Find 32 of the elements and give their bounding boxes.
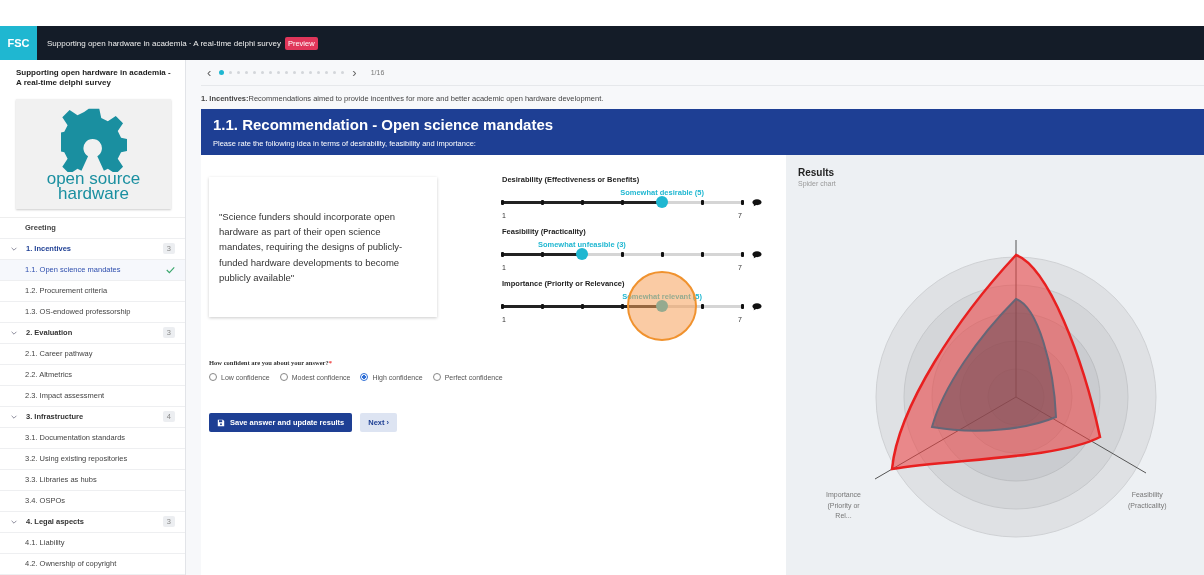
comment-icon[interactable] xyxy=(752,197,762,207)
step-dot[interactable] xyxy=(333,71,337,74)
recommendation-title: 1.1. Recommendation - Open science mandates xyxy=(213,116,555,133)
previous-button[interactable]: ‹ xyxy=(205,65,214,80)
step-dot[interactable] xyxy=(285,71,289,74)
save-icon xyxy=(217,418,225,427)
step-dot[interactable] xyxy=(277,71,281,74)
slider-thumb[interactable] xyxy=(575,247,588,260)
slider-thumb[interactable] xyxy=(656,299,669,312)
recommendation-quote: "Science funders should incorporate open hardware as part of their open science mandates, requiring the designs of publicly-funded hardware developments to become publicly available" xyxy=(219,210,404,285)
slider-thumb[interactable] xyxy=(656,195,669,208)
step-dot[interactable] xyxy=(253,71,257,74)
step-dot[interactable] xyxy=(237,71,241,74)
gear-icon xyxy=(60,106,127,173)
sidebar-title: Supporting open hardware in academia - A real-time delphi survey xyxy=(15,67,172,90)
step-dot[interactable] xyxy=(229,71,233,74)
next-page-button[interactable]: › xyxy=(350,65,359,80)
comment-icon[interactable] xyxy=(752,249,762,259)
results-title: Results xyxy=(798,167,836,178)
survey-title: Supporting open hardware in academia · A real-time delphi survey xyxy=(47,38,281,48)
step-dot[interactable] xyxy=(269,71,273,74)
step-dot[interactable] xyxy=(219,70,225,75)
step-dot[interactable] xyxy=(317,71,321,74)
step-dot[interactable] xyxy=(341,71,345,74)
step-dot[interactable] xyxy=(245,71,249,74)
step-dot[interactable] xyxy=(293,71,297,74)
step-dot[interactable] xyxy=(261,71,265,74)
logo-text: open source hardware xyxy=(46,172,141,202)
step-dot[interactable] xyxy=(301,71,305,74)
step-dot[interactable] xyxy=(325,71,329,74)
step-dot[interactable] xyxy=(309,71,313,74)
comment-icon[interactable] xyxy=(752,301,762,311)
